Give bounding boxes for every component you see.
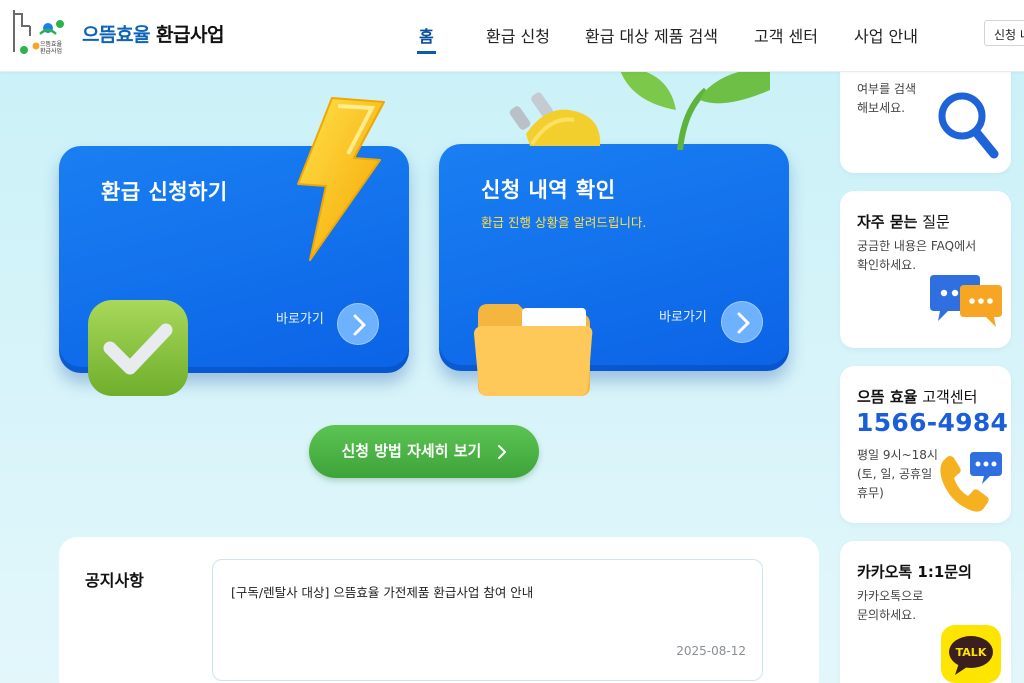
apply-go-button[interactable] <box>337 303 379 345</box>
side-kakao-desc-2: 문의하세요. <box>857 608 917 622</box>
side-call-hours-3: 휴무) <box>857 486 884 500</box>
leaf-icon <box>620 69 770 154</box>
side-faq-title: 자주 묻는 질문 <box>857 211 950 232</box>
side-call-hours-2: (토, 일, 공휴일 <box>857 467 933 481</box>
side-faq-desc-2: 확인하세요. <box>857 258 917 272</box>
phone-icon <box>936 452 1002 520</box>
side-kakao-desc-1: 카카오톡으로 <box>857 589 924 603</box>
history-go-button[interactable] <box>721 301 763 343</box>
folder-icon <box>472 300 596 402</box>
apply-card-link[interactable]: 바로가기 <box>276 308 324 327</box>
how-to-apply-button[interactable]: 신청 방법 자세히 보기 <box>309 425 539 478</box>
side-faq-title-rest: 질문 <box>922 213 950 231</box>
side-faq-desc-1: 궁금한 내용은 FAQ에서 <box>857 239 977 253</box>
history-card-link[interactable]: 바로가기 <box>659 306 707 325</box>
how-to-apply-label: 신청 방법 자세히 보기 <box>341 442 482 460</box>
notice-panel: 공지사항 [구독/렌탈사 대상] 으뜸효율 가전제품 환급사업 참여 안내 20… <box>59 537 819 683</box>
main-nav: 홈 환급 신청 환급 대상 제품 검색 고객 센터 사업 안내 <box>0 0 1024 72</box>
side-call-center[interactable]: 으뜸 효율 고객센터 1566-4984 평일 9시~18시 (토, 일, 공휴… <box>840 366 1011 523</box>
notice-item-text[interactable]: [구독/렌탈사 대상] 으뜸효율 가전제품 환급사업 참여 안내 <box>231 582 533 601</box>
notice-item[interactable]: [구독/렌탈사 대상] 으뜸효율 가전제품 환급사업 참여 안내 2025-08… <box>212 559 763 681</box>
side-kakao-title: 카카오톡 1:1문의 <box>857 563 972 581</box>
chevron-right-icon <box>353 314 366 336</box>
chat-bubbles-icon <box>926 273 1004 339</box>
nav-home[interactable]: 홈 <box>417 23 436 54</box>
notice-item-date: 2025-08-12 <box>676 644 746 658</box>
nav-business-info[interactable]: 사업 안내 <box>854 23 918 47</box>
notice-title[interactable]: 공지사항 <box>85 567 144 591</box>
kakao-talk-icon: TALK <box>941 625 1001 683</box>
side-search-desc-2: 해보세요. <box>857 101 905 115</box>
plug-icon <box>508 86 608 154</box>
nav-product-search[interactable]: 환급 대상 제품 검색 <box>585 23 718 47</box>
side-kakao[interactable]: 카카오톡 1:1문의 카카오톡으로 문의하세요. TALK <box>840 541 1011 683</box>
side-faq-title-bold: 자주 묻는 <box>857 213 918 231</box>
nav-apply[interactable]: 환급 신청 <box>486 23 550 47</box>
side-call-hours-1: 평일 9시~18시 <box>857 448 938 462</box>
site-header: 으뜸효율 환급사업 으뜸효율 환급사업 홈 환급 신청 환급 대상 제품 검색 … <box>0 0 1024 72</box>
svg-text:TALK: TALK <box>956 646 987 659</box>
chevron-right-icon <box>737 312 750 334</box>
side-call-title-bold: 으뜸 효율 <box>857 388 918 406</box>
check-icon <box>86 298 190 402</box>
history-card-subtitle: 환급 진행 상황을 알려드립니다. <box>481 215 647 230</box>
magnifier-icon <box>936 90 1002 166</box>
side-search-desc-1: 여부를 검색 <box>857 82 917 96</box>
side-call-title: 으뜸 효율 고객센터 <box>857 386 977 407</box>
chevron-right-icon <box>497 444 506 459</box>
nav-customer-center[interactable]: 고객 센터 <box>754 23 818 47</box>
apply-card-title: 환급 신청하기 <box>101 180 228 204</box>
phone-number[interactable]: 1566-4984 <box>856 408 1008 437</box>
lightning-icon <box>292 94 390 266</box>
side-call-title-rest: 고객센터 <box>922 388 978 406</box>
side-faq[interactable]: 자주 묻는 질문 궁금한 내용은 FAQ에서 확인하세요. <box>840 191 1011 348</box>
history-card-title: 신청 내역 확인 <box>481 178 616 202</box>
apply-status-button[interactable]: 신청 내 <box>984 20 1024 46</box>
